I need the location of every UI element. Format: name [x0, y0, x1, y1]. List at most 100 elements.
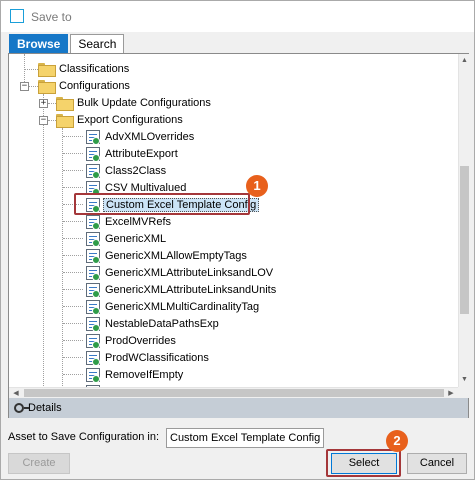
configuration-tree: Classifications − Configurations + Bulk …	[9, 54, 458, 387]
tree-item-label: GenericXMLAllowEmptyTags	[105, 249, 247, 262]
tree-guide-line	[63, 255, 83, 256]
scroll-down-icon[interactable]: ▼	[459, 373, 470, 387]
tree-item[interactable]: GenericXML	[86, 230, 168, 247]
tree-guide-line	[63, 323, 83, 324]
tree-item[interactable]: GenericXMLAttributeLinksandLOV	[86, 264, 275, 281]
tree-guide-line	[63, 340, 83, 341]
configuration-icon	[86, 333, 100, 349]
asset-label: Asset to Save Configuration in:	[8, 431, 160, 443]
tree-guide-line	[63, 153, 83, 154]
window-title: Save to	[31, 10, 72, 24]
tree-guide-line	[63, 187, 83, 188]
collapse-icon[interactable]: −	[20, 82, 29, 91]
tree-item-label: NestableDataPathsExp	[105, 317, 219, 330]
configuration-icon	[86, 350, 100, 366]
tree-folder-label: Classifications	[59, 62, 130, 75]
configuration-icon	[86, 248, 100, 264]
tree-guide-line	[63, 238, 83, 239]
tree-item[interactable]: RemoveIfEmpty	[86, 366, 185, 383]
browse-panel: Classifications − Configurations + Bulk …	[8, 53, 469, 418]
configuration-icon	[86, 163, 100, 179]
tab-browse[interactable]: Browse	[9, 34, 69, 54]
tree-guide-line	[63, 374, 83, 375]
tree-item[interactable]: ProdWClassifications	[86, 349, 211, 366]
expand-icon[interactable]: +	[39, 99, 48, 108]
folder-icon	[38, 62, 56, 77]
tree-item[interactable]: ProdOverrides	[86, 332, 178, 349]
tree-item-label: GenericXMLAttributeLinksandUnits	[105, 283, 277, 296]
vertical-scrollbar[interactable]: ▲ ▼	[458, 54, 469, 387]
save-to-dialog: Save to Browse Search Classifications − …	[0, 0, 475, 480]
tree-guide-line	[48, 103, 56, 104]
tree-folder-label: Configurations	[59, 79, 130, 92]
callout-highlight-1	[74, 193, 250, 215]
tree-folder-export-configurations[interactable]: Export Configurations	[56, 111, 185, 128]
folder-icon	[38, 79, 56, 94]
select-button[interactable]: Select	[331, 453, 397, 474]
tree-folder-label: Bulk Update Configurations	[77, 96, 211, 109]
tree-item-label: GenericXMLAttributeLinksandLOV	[105, 266, 274, 279]
tree-guide-line	[63, 357, 83, 358]
details-toggle[interactable]: Details	[9, 398, 468, 418]
folder-icon	[56, 113, 74, 128]
configuration-icon	[86, 214, 100, 230]
tab-search[interactable]: Search	[70, 34, 125, 54]
scrollbar-corner	[458, 387, 469, 398]
tree-guide-line	[62, 128, 63, 387]
tree-folder-label: Export Configurations	[77, 113, 183, 126]
tree-item[interactable]: Class2Class	[86, 162, 168, 179]
configuration-icon	[86, 146, 100, 162]
tree-guide-line	[63, 221, 83, 222]
horizontal-scrollbar[interactable]: ◀ ▶	[9, 387, 458, 398]
title-bar: Save to	[1, 1, 474, 32]
tree-folder-bulk-update[interactable]: Bulk Update Configurations	[56, 94, 213, 111]
tree-guide-line	[63, 306, 83, 307]
configuration-icon	[86, 367, 100, 383]
configuration-icon	[86, 282, 100, 298]
folder-icon	[56, 96, 74, 111]
window-icon	[10, 9, 24, 23]
scroll-up-icon[interactable]: ▲	[459, 54, 470, 68]
tree-item[interactable]: GenericXMLAllowEmptyTags	[86, 247, 249, 264]
tree-guide-line	[29, 86, 38, 87]
tree-item[interactable]: AdvXMLOverrides	[86, 128, 196, 145]
tree-guide-line	[48, 120, 56, 121]
tree-item-label: GenericXMLMultiCardinalityTag	[105, 300, 260, 313]
details-expand-icon	[14, 403, 29, 413]
tree-guide-line	[63, 170, 83, 171]
tree-item-label: ProdWClassifications	[105, 351, 209, 364]
details-label: Details	[28, 402, 62, 414]
tree-item-label: AdvXMLOverrides	[105, 130, 195, 143]
create-button[interactable]: Create	[8, 453, 70, 474]
tree-item-label: AttributeExport	[105, 147, 178, 160]
vertical-scroll-thumb[interactable]	[460, 166, 469, 314]
tree-item-label: CSV Multivalued	[105, 181, 187, 194]
callout-badge-2: 2	[386, 430, 408, 452]
configuration-icon	[86, 231, 100, 247]
configuration-icon	[86, 299, 100, 315]
configuration-icon	[86, 129, 100, 145]
configuration-icon	[86, 316, 100, 332]
configuration-icon	[86, 265, 100, 281]
tree-item-label: Class2Class	[105, 164, 167, 177]
tree-folder-configurations[interactable]: Configurations	[38, 77, 132, 94]
tree-guide-line	[63, 289, 83, 290]
tree-folder-classifications[interactable]: Classifications	[38, 60, 131, 77]
asset-field[interactable]: Custom Excel Template Config	[166, 428, 324, 448]
tree-guide-line	[63, 272, 83, 273]
tree-item-label: ExcelMVRefs	[105, 215, 172, 228]
tree-item[interactable]: AttributeExport	[86, 145, 180, 162]
tree-guide-line	[43, 94, 44, 387]
tree-item-label: GenericXML	[105, 232, 167, 245]
callout-badge-1: 1	[246, 175, 268, 197]
tree-guide-line	[24, 69, 38, 70]
tree-item[interactable]: NestableDataPathsExp	[86, 315, 221, 332]
tree-item[interactable]: GenericXMLAttributeLinksandUnits	[86, 281, 278, 298]
collapse-icon[interactable]: −	[39, 116, 48, 125]
horizontal-scroll-thumb[interactable]	[24, 389, 444, 397]
tab-bar: Browse Search	[9, 34, 126, 55]
tree-item[interactable]: GenericXMLMultiCardinalityTag	[86, 298, 261, 315]
cancel-button[interactable]: Cancel	[407, 453, 467, 474]
tree-item[interactable]: ExcelMVRefs	[86, 213, 173, 230]
tree-item-label: ProdOverrides	[105, 334, 176, 347]
